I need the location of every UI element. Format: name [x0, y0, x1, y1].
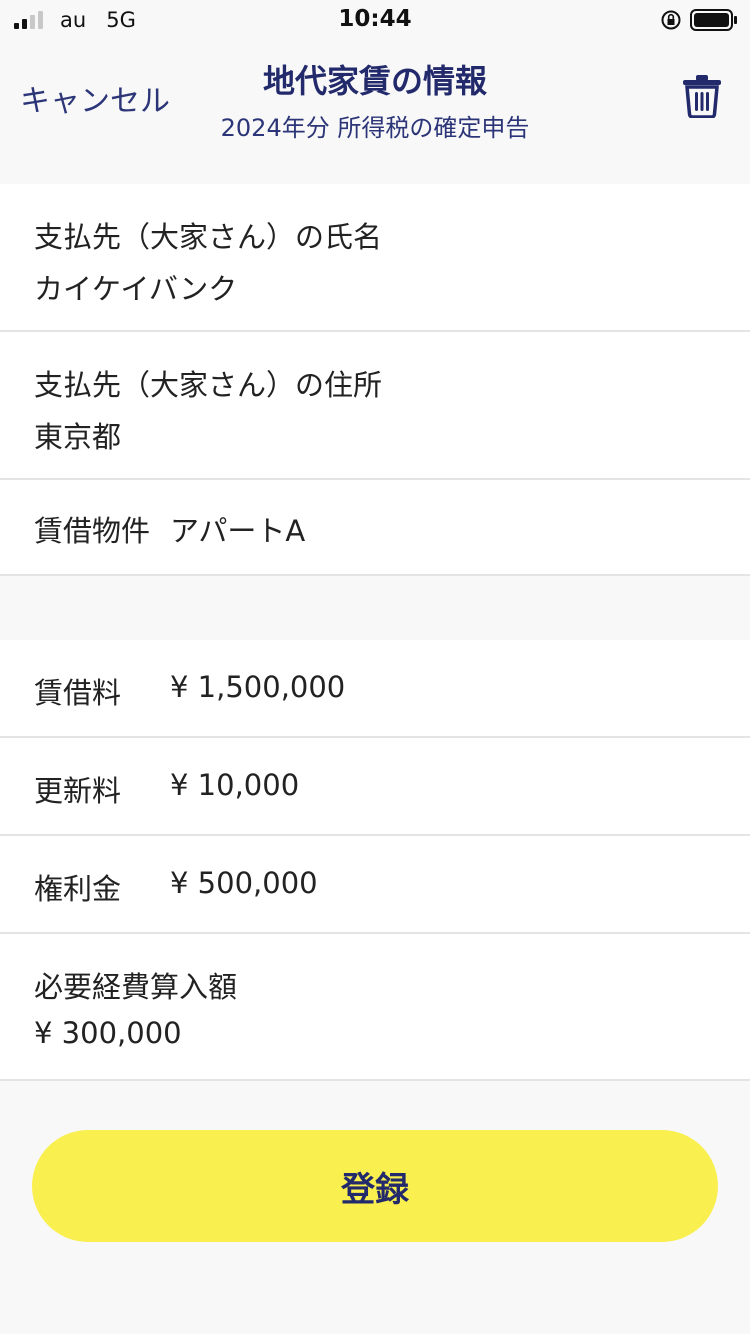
landlord-address-label: 支払先（大家さん）の住所	[34, 368, 383, 402]
property-row[interactable]: 賃借物件 アパートA	[0, 480, 750, 576]
expense-value: ¥ 300,000	[34, 1016, 182, 1050]
key-money-label: 権利金	[34, 872, 122, 906]
rent-value: ¥ 1,500,000	[170, 670, 346, 704]
expense-label: 必要経費算入額	[34, 970, 238, 1004]
renewal-fee-row[interactable]: 更新料 ¥ 10,000	[0, 738, 750, 836]
property-value: アパートA	[170, 514, 306, 548]
rent-label: 賃借料	[34, 676, 122, 710]
key-money-value: ¥ 500,000	[170, 866, 318, 900]
landlord-address-value: 東京都	[34, 420, 122, 454]
nav-header: キャンセル 地代家賃の情報 2024年分 所得税の確定申告	[0, 40, 750, 184]
landlord-name-value: カイケイバンク	[34, 272, 238, 306]
status-bar: au 5G 10:44	[0, 0, 750, 40]
rent-row[interactable]: 賃借料 ¥ 1,500,000	[0, 640, 750, 738]
landlord-address-row[interactable]: 支払先（大家さん）の住所 東京都	[0, 332, 750, 480]
key-money-row[interactable]: 権利金 ¥ 500,000	[0, 836, 750, 934]
rotation-lock-icon	[661, 10, 681, 30]
renewal-fee-label: 更新料	[34, 774, 122, 808]
landlord-name-label: 支払先（大家さん）の氏名	[34, 220, 383, 254]
property-label: 賃借物件	[34, 514, 151, 548]
page-title: 地代家賃の情報	[262, 62, 487, 100]
page-subtitle: 2024年分 所得税の確定申告	[220, 114, 530, 142]
amounts-section: 賃借料 ¥ 1,500,000 更新料 ¥ 10,000 権利金 ¥ 500,0…	[0, 640, 750, 1081]
landlord-section: 支払先（大家さん）の氏名 カイケイバンク 支払先（大家さん）の住所 東京都 賃借…	[0, 184, 750, 576]
expense-row[interactable]: 必要経費算入額 ¥ 300,000	[0, 934, 750, 1081]
battery-icon	[690, 9, 737, 31]
landlord-name-row[interactable]: 支払先（大家さん）の氏名 カイケイバンク	[0, 184, 750, 332]
status-time: 10:44	[338, 6, 412, 32]
register-button[interactable]: 登録	[32, 1130, 718, 1242]
trash-icon[interactable]	[682, 74, 722, 118]
renewal-fee-value: ¥ 10,000	[170, 768, 300, 802]
